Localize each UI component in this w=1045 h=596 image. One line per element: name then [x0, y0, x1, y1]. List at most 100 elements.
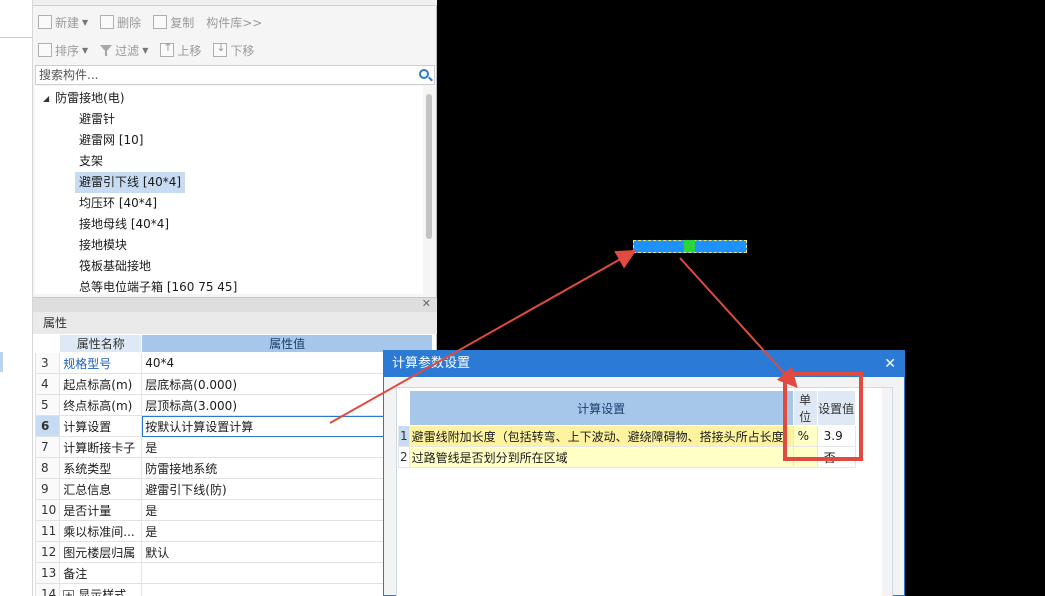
move-up-label: 上移 [177, 43, 202, 58]
property-name: 系统类型 [59, 457, 143, 479]
filter-button[interactable]: 过滤 ▼ [100, 42, 148, 59]
filter-label: 过滤 [115, 43, 140, 58]
table-row[interactable]: 7 计算断接卡子 是 [34, 436, 433, 458]
table-row[interactable]: 4 起点标高(m) 层底标高(0.000) [34, 373, 433, 395]
new-file-icon [38, 15, 52, 29]
copy-button[interactable]: 复制 [153, 14, 194, 31]
row-number: 12 [34, 541, 61, 563]
table-row-active[interactable]: 6 计算设置 按默认计算设置计算 [34, 415, 433, 437]
index-header [398, 390, 410, 426]
tree-root-label: 防雷接地(电) [55, 91, 125, 105]
move-down-button[interactable]: 下移 [213, 41, 254, 59]
row-number: 2 [398, 446, 410, 468]
tree-item[interactable]: 接地模块 [75, 235, 131, 256]
move-up-icon [160, 41, 175, 57]
scrollbar-thumb[interactable] [426, 94, 432, 239]
row-number: 8 [34, 457, 61, 479]
move-down-icon [213, 41, 228, 57]
property-name: 备注 [59, 562, 143, 584]
table-row[interactable]: 12 图元楼层归属 默认 [34, 541, 433, 563]
row-number: 7 [34, 436, 61, 458]
property-name: 计算设置 [59, 415, 143, 437]
properties-table: 属性名称 属性值 3 规格型号 40*4 4 起点标高(m) 层底标高(0.00… [34, 334, 433, 596]
property-name: 是否计量 [59, 499, 143, 521]
tree-scrollbar[interactable] [423, 86, 435, 294]
row-number: 4 [34, 373, 61, 395]
row-number: 9 [34, 478, 61, 500]
close-icon[interactable]: ✕ [884, 351, 896, 377]
delete-button[interactable]: 删除 [100, 14, 141, 31]
property-name: 起点标高(m) [59, 373, 143, 395]
properties-title: 属性 [33, 312, 437, 334]
setting-name: 避雷线附加长度（包括转弯、上下波动、避绕障碍物、搭接头所占长度 [408, 425, 794, 447]
tree-item[interactable]: 避雷针 [75, 109, 119, 130]
sort-icon [38, 43, 52, 57]
component-search-box [35, 65, 435, 85]
property-name: 乘以标准间... [59, 520, 143, 542]
row-number: 5 [34, 394, 61, 416]
table-row[interactable]: 9 汇总信息 避雷引下线(防) [34, 478, 433, 500]
property-name: + 显示样式 [59, 583, 143, 596]
component-tree: ◢ 防雷接地(电) 避雷针 避雷网 [10] 支架 避雷引下线 [40*4] 均… [35, 86, 425, 294]
table-row[interactable]: 11 乘以标准间... 是 [34, 520, 433, 542]
property-name: 规格型号 [59, 352, 143, 374]
chevron-down-icon: ▼ [82, 17, 89, 27]
row-number: 11 [34, 520, 61, 542]
chevron-down-icon: ▼ [142, 45, 149, 55]
left-side-strip [0, 0, 33, 596]
dialog-title: 计算参数设置 [392, 356, 471, 371]
component-library-panel: 新建 ▼ 删除 复制 构件库>> 排序 ▼ 过滤 ▼ 上移 [33, 0, 437, 300]
tree-item[interactable]: 筏板基础接地 [75, 256, 155, 277]
tree-item[interactable]: 总等电位端子箱 [160 75 45] [75, 277, 241, 294]
row-number: 10 [34, 499, 61, 521]
copy-label: 复制 [170, 15, 195, 30]
table-row[interactable]: 5 终点标高(m) 层顶标高(3.000) [34, 394, 433, 416]
annotation-highlight-box [783, 372, 863, 461]
table-row[interactable]: 13 备注 [34, 562, 433, 584]
collapse-triangle-icon[interactable]: ◢ [43, 88, 49, 109]
panel-header-edge [33, 0, 437, 6]
property-name-header: 属性名称 [59, 334, 143, 353]
row-number: 1 [398, 425, 410, 447]
search-input[interactable] [36, 66, 406, 84]
tree-item[interactable]: 支架 [75, 151, 107, 172]
table-row[interactable]: 10 是否计量 是 [34, 499, 433, 521]
library-panel-footer: ✕ [33, 297, 437, 312]
close-icon[interactable]: ✕ [422, 297, 431, 310]
property-name: 汇总信息 [59, 478, 143, 500]
tree-item[interactable]: 均压环 [40*4] [75, 193, 161, 214]
table-row[interactable]: 8 系统类型 防雷接地系统 [34, 457, 433, 479]
setting-name: 过路管线是否划分到所在区域 [408, 446, 794, 468]
row-number: 6 [34, 415, 61, 437]
table-row[interactable]: 3 规格型号 40*4 [34, 352, 433, 374]
library-toolbar-row1: 新建 ▼ 删除 复制 构件库>> [33, 8, 437, 36]
component-library-button[interactable]: 构件库>> [206, 14, 262, 31]
setting-header: 计算设置 [408, 390, 794, 426]
search-icon[interactable] [419, 69, 429, 79]
library-toolbar-row2: 排序 ▼ 过滤 ▼ 上移 下移 [33, 36, 437, 64]
tree-root-node[interactable]: ◢ 防雷接地(电) [43, 88, 125, 109]
properties-panel: 属性 属性名称 属性值 3 规格型号 40*4 4 起点标高(m) 层底标高(0… [33, 312, 437, 596]
delete-icon [100, 15, 115, 29]
row-number: 3 [34, 352, 61, 374]
side-marker [0, 352, 3, 372]
chevron-down-icon: ▼ [82, 45, 89, 55]
table-row[interactable]: 14 + 显示样式 [34, 583, 433, 596]
move-up-button[interactable]: 上移 [160, 41, 202, 59]
tree-item[interactable]: 接地母线 [40*4] [75, 214, 173, 235]
row-number: 13 [34, 562, 61, 584]
sort-label: 排序 [55, 43, 80, 58]
property-name: 图元楼层归属 [59, 541, 143, 563]
property-name: 终点标高(m) [59, 394, 143, 416]
delete-label: 删除 [117, 15, 142, 30]
expand-plus-icon[interactable]: + [63, 589, 75, 596]
new-label: 新建 [55, 15, 80, 30]
line-midpoint-grip[interactable] [684, 240, 695, 252]
tree-item[interactable]: 避雷网 [10] [75, 130, 147, 151]
dialog-scrollbar[interactable] [882, 388, 892, 596]
index-header [34, 334, 61, 353]
sort-button[interactable]: 排序 ▼ [38, 42, 88, 59]
tree-item-selected[interactable]: 避雷引下线 [40*4] [75, 172, 186, 193]
property-name-label: 显示样式 [78, 587, 127, 596]
new-button[interactable]: 新建 ▼ [38, 14, 88, 31]
